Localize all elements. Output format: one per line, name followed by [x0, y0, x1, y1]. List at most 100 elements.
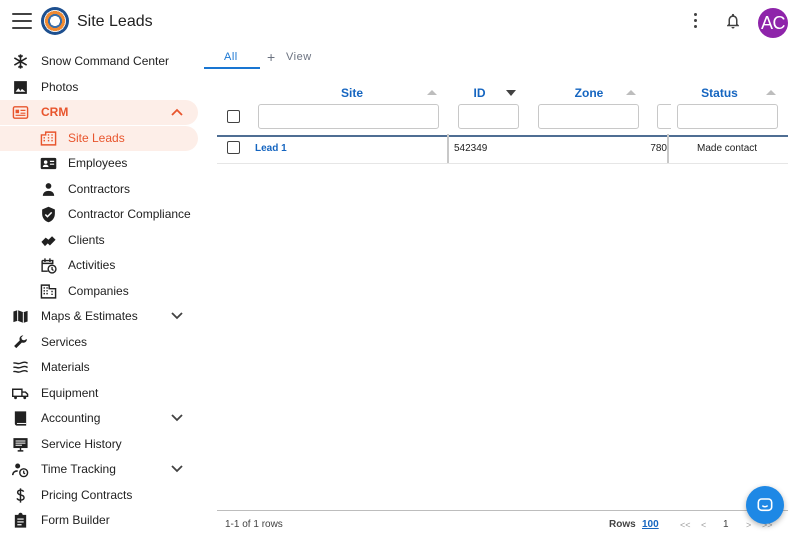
menu-icon[interactable]: [12, 13, 32, 31]
sidebar-item-label: Activities: [68, 258, 116, 272]
sidebar-item-site-leads[interactable]: Site Leads: [0, 126, 198, 151]
sidebar-item-label: Equipment: [41, 386, 99, 400]
sidebar-item-label: Form Builder: [41, 513, 110, 527]
sidebar-item-label: Clients: [68, 233, 105, 247]
sidebar-item-label: Service History: [41, 437, 122, 451]
select-all-checkbox[interactable]: [227, 110, 240, 123]
data-grid: Site ID Zone Status Lead 1 542349 780 Ma…: [217, 84, 788, 514]
sidebar-item-label: Snow Command Center: [41, 54, 170, 68]
current-page[interactable]: 1: [723, 519, 729, 530]
sidebar-item-activities[interactable]: Activities: [0, 253, 198, 278]
wrench-icon: [14, 335, 27, 349]
column-header-status[interactable]: Status: [677, 86, 762, 104]
zone-cell: 780: [637, 143, 667, 154]
clipboard-icon: [14, 512, 27, 528]
row-divider: [217, 163, 788, 164]
sidebar-item-materials[interactable]: Materials: [0, 355, 198, 380]
sidebar-item-contractors[interactable]: Contractors: [0, 177, 198, 202]
sidebar-item-photos[interactable]: Photos: [0, 75, 198, 100]
chevron-up-icon: [171, 108, 183, 116]
column-divider: [667, 134, 669, 164]
building-icon: [40, 131, 57, 146]
rows-per-page-select[interactable]: 100: [642, 519, 659, 530]
sidebar-item-pricing-contracts[interactable]: Pricing Contracts: [0, 483, 198, 508]
row-checkbox[interactable]: [227, 141, 240, 154]
header-divider: [217, 135, 788, 137]
sidebar-item-contractor-compliance[interactable]: Contractor Compliance: [0, 202, 198, 227]
pagination-info: 1-1 of 1 rows: [225, 519, 283, 530]
shield-check-icon: [42, 206, 55, 223]
sidebar-item-label: Services: [41, 335, 88, 349]
sidebar-item-accounting[interactable]: Accounting: [0, 406, 198, 431]
id-filter-input[interactable]: [458, 104, 519, 129]
bell-icon[interactable]: [724, 11, 742, 31]
column-header-id[interactable]: ID: [457, 86, 502, 104]
sidebar-item-label: Accounting: [41, 411, 101, 425]
truck-icon: [12, 388, 29, 400]
more-vert-icon[interactable]: [689, 13, 701, 31]
column-divider: [447, 134, 449, 164]
snowflake-icon: [13, 54, 28, 69]
avatar[interactable]: AC: [758, 8, 788, 38]
sidebar-item-label: CRM: [41, 105, 69, 119]
site-filter-input[interactable]: [258, 104, 439, 129]
main-content: All + View Site ID Zone Status Lead 1 54…: [204, 44, 800, 540]
handshake-icon: [41, 236, 56, 247]
zone-filter-input[interactable]: [538, 104, 639, 129]
tab-view-label: View: [286, 51, 312, 63]
site-cell-link[interactable]: Lead 1: [255, 143, 287, 154]
chevron-down-icon: [171, 465, 183, 473]
crm-card-icon: [12, 106, 29, 119]
sidebar-item-equipment[interactable]: Equipment: [0, 381, 198, 406]
sidebar-item-form-builder[interactable]: Form Builder: [0, 508, 198, 533]
add-view-tab[interactable]: + View: [267, 44, 327, 69]
prev-page-button[interactable]: <: [701, 520, 706, 530]
calendar-clock-icon: [41, 258, 57, 274]
map-icon: [13, 310, 28, 323]
image-icon: [14, 81, 27, 94]
tab-all[interactable]: All: [204, 44, 260, 69]
chat-fab-button[interactable]: [746, 486, 784, 524]
sidebar-item-crm[interactable]: CRM: [0, 100, 198, 125]
chevron-down-icon: [171, 312, 183, 320]
sidebar-item-maps-estimates[interactable]: Maps & Estimates: [0, 304, 198, 329]
sort-asc-icon[interactable]: [766, 90, 776, 95]
sidebar-item-services[interactable]: Services: [0, 330, 198, 355]
app-bar: Site Leads AC: [0, 0, 800, 44]
status-cell: Made contact: [697, 143, 758, 154]
sort-desc-icon[interactable]: [506, 90, 516, 96]
office-icon: [40, 284, 57, 299]
sort-asc-icon[interactable]: [626, 90, 636, 95]
first-page-button[interactable]: <<: [680, 520, 691, 530]
column-header-site[interactable]: Site: [257, 86, 447, 104]
column-header-zone[interactable]: Zone: [539, 86, 639, 104]
book-icon: [14, 411, 27, 426]
sidebar-item-clients[interactable]: Clients: [0, 228, 198, 253]
plus-icon: +: [267, 49, 276, 65]
sidebar-item-employees[interactable]: Employees: [0, 151, 198, 176]
sidebar-item-label: Time Tracking: [41, 462, 116, 476]
sidebar-item-companies[interactable]: Companies: [0, 279, 198, 304]
sort-asc-icon[interactable]: [427, 90, 437, 95]
status-filter-input[interactable]: [677, 104, 778, 129]
id-cell: 542349: [454, 143, 488, 154]
sidebar-item-label: Materials: [41, 360, 90, 374]
sidebar-item-snow-command-center[interactable]: Snow Command Center: [0, 49, 198, 74]
chat-icon: [757, 498, 773, 512]
sidebar: Snow Command Center Photos CRM Site Lead…: [0, 44, 204, 540]
sidebar-item-time-tracking[interactable]: Time Tracking: [0, 457, 198, 482]
page-title: Site Leads: [77, 13, 153, 30]
sidebar-item-label: Employees: [68, 156, 128, 170]
sidebar-item-service-history[interactable]: Service History: [0, 432, 198, 457]
id-badge-icon: [40, 157, 57, 170]
person-clock-icon: [12, 463, 29, 478]
app-logo: [41, 7, 69, 35]
dollar-icon: [16, 488, 25, 503]
chevron-down-icon: [171, 414, 183, 422]
sidebar-item-label: Pricing Contracts: [41, 488, 133, 502]
tab-all-label: All: [224, 51, 238, 63]
next-page-button[interactable]: >: [746, 520, 751, 530]
hidden-column-filter-input[interactable]: [657, 104, 671, 129]
sidebar-item-label: Maps & Estimates: [41, 309, 138, 323]
person-icon: [42, 183, 55, 196]
